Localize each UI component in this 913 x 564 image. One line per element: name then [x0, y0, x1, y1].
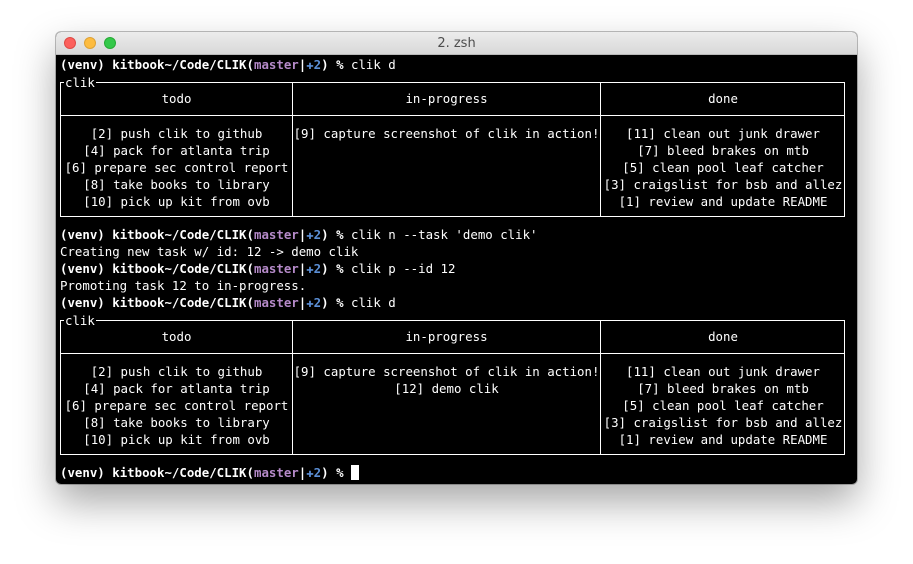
git-dirty-icon: ✚2	[306, 261, 322, 276]
kanban-board: clik todo [2] push clik to github [4] pac…	[60, 313, 845, 455]
prompt-venv: (venv)	[60, 57, 105, 72]
prompt-symbol: %	[328, 295, 344, 310]
prompt-path: kitbook~/Code/CLIK(	[112, 465, 254, 480]
output-line: Promoting task 12 to in-progress.	[60, 278, 307, 293]
todo-column: todo [2] push clik to github [4] pack for…	[61, 320, 292, 454]
kanban-board: clik todo [2] push clik to github [4] pac…	[60, 75, 845, 217]
prompt-close-paren: )	[321, 57, 329, 72]
command-text: clik n --task 'demo clik'	[351, 227, 538, 242]
output-line: Creating new task w/ id: 12 -> demo clik	[60, 244, 359, 259]
prompt-branch: master	[253, 261, 299, 276]
prompt-path: kitbook~/Code/CLIK(	[112, 261, 254, 276]
active-prompt-line[interactable]: (venv) kitbook~/Code/CLIK(master|✚2) %	[60, 464, 359, 481]
prompt-symbol: %	[328, 465, 344, 480]
prompt-symbol: %	[328, 227, 344, 242]
task-item: [10] pick up kit from ovb	[83, 432, 270, 447]
task-item: [11] clean out junk drawer	[626, 364, 820, 379]
task-item: [7] bleed brakes on mtb	[637, 381, 809, 396]
terminal-window: 2. zsh (venv) kitbook~/Code/CLIK(master|…	[56, 32, 857, 484]
task-item: [10] pick up kit from ovb	[83, 194, 270, 209]
task-item: [2] push clik to github	[90, 364, 263, 379]
window-title: 2. zsh	[437, 36, 476, 51]
done-column: done [11] clean out junk drawer [7] bleed…	[600, 82, 845, 216]
task-item: [5] clean pool leaf catcher	[622, 398, 824, 413]
task-item: [7] bleed brakes on mtb	[637, 143, 809, 158]
task-item: [4] pack for atlanta trip	[83, 143, 270, 158]
task-item: [8] take books to library	[83, 415, 270, 430]
column-header: done	[601, 320, 845, 354]
task-item: [4] pack for atlanta trip	[83, 381, 270, 396]
task-item: [1] review and update README	[618, 432, 828, 447]
column-header: todo	[61, 82, 292, 116]
task-item: [3] craigslist for bsb and allez	[603, 415, 843, 430]
prompt-symbol: %	[328, 261, 344, 276]
command-text: clik d	[351, 295, 396, 310]
prompt-path: kitbook~/Code/CLIK(	[112, 295, 254, 310]
prompt-close-paren: )	[321, 465, 329, 480]
prompt-symbol: %	[328, 57, 344, 72]
title-bar[interactable]: 2. zsh	[56, 32, 857, 55]
column-header: done	[601, 82, 845, 116]
task-item: [1] review and update README	[618, 194, 828, 209]
task-item: [9] capture screenshot of clik in action…	[293, 364, 600, 379]
task-item: [12] demo clik	[394, 381, 499, 396]
prompt-branch: master	[253, 57, 299, 72]
column-header: in-progress	[293, 320, 600, 354]
task-item: [9] capture screenshot of clik in action…	[293, 126, 600, 141]
prompt-close-paren: )	[321, 261, 329, 276]
git-dirty-icon: ✚2	[306, 227, 322, 242]
task-item: [11] clean out junk drawer	[626, 126, 820, 141]
task-item: [6] prepare sec control report	[64, 398, 289, 413]
column-header: todo	[61, 320, 292, 354]
prompt-venv: (venv)	[60, 227, 105, 242]
prompt-line: (venv) kitbook~/Code/CLIK(master|✚2) % c…	[60, 226, 538, 243]
prompt-line: (venv) kitbook~/Code/CLIK(master|✚2) % c…	[60, 56, 396, 73]
task-item: [6] prepare sec control report	[64, 160, 289, 175]
prompt-line: (venv) kitbook~/Code/CLIK(master|✚2) % c…	[60, 260, 455, 277]
terminal-output[interactable]: (venv) kitbook~/Code/CLIK(master|✚2) % c…	[60, 56, 853, 480]
task-item: [8] take books to library	[83, 177, 270, 192]
command-text: clik p --id 12	[351, 261, 456, 276]
in-progress-column: in-progress [9] capture screenshot of cl…	[292, 82, 600, 216]
command-text: clik d	[351, 57, 396, 72]
prompt-close-paren: )	[321, 295, 329, 310]
prompt-path: kitbook~/Code/CLIK(	[112, 57, 254, 72]
column-header: in-progress	[293, 82, 600, 116]
git-dirty-icon: ✚2	[306, 295, 322, 310]
prompt-line: (venv) kitbook~/Code/CLIK(master|✚2) % c…	[60, 294, 396, 311]
prompt-venv: (venv)	[60, 261, 105, 276]
task-item: [2] push clik to github	[90, 126, 263, 141]
prompt-branch: master	[253, 295, 299, 310]
git-dirty-icon: ✚2	[306, 465, 322, 480]
prompt-close-paren: )	[321, 227, 329, 242]
prompt-venv: (venv)	[60, 295, 105, 310]
prompt-path: kitbook~/Code/CLIK(	[112, 227, 254, 242]
git-dirty-icon: ✚2	[306, 57, 322, 72]
task-item: [3] craigslist for bsb and allez	[603, 177, 843, 192]
prompt-venv: (venv)	[60, 465, 105, 480]
done-column: done [11] clean out junk drawer [7] bleed…	[600, 320, 845, 454]
text-cursor	[351, 465, 359, 480]
prompt-branch: master	[253, 465, 299, 480]
in-progress-column: in-progress [9] capture screenshot of cl…	[292, 320, 600, 454]
todo-column: todo [2] push clik to github [4] pack for…	[61, 82, 292, 216]
task-item: [5] clean pool leaf catcher	[622, 160, 824, 175]
prompt-branch: master	[253, 227, 299, 242]
